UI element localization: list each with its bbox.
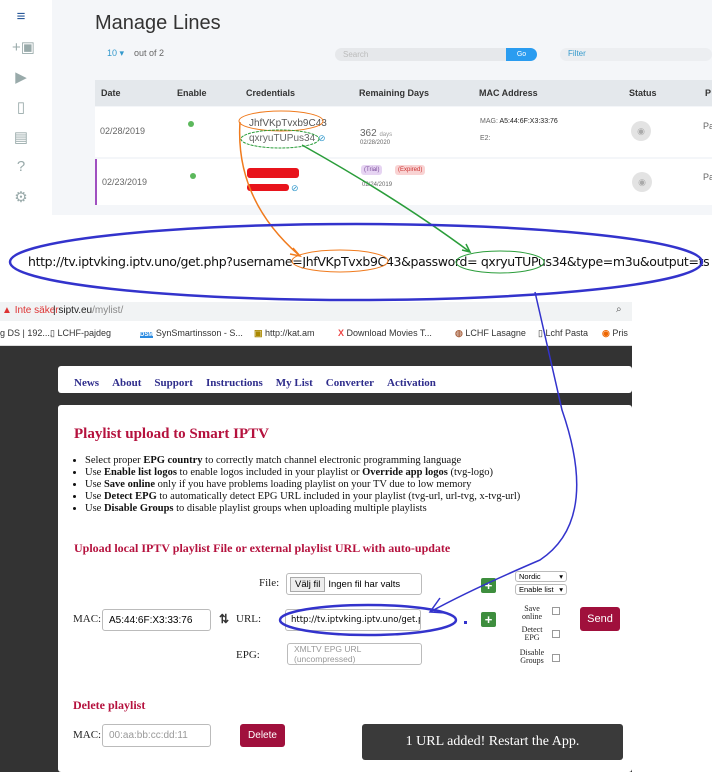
password-url-highlight (455, 250, 545, 274)
blue-arrow (429, 291, 578, 613)
password-highlight (240, 129, 320, 149)
orange-arrow (238, 121, 301, 257)
username-url-highlight (291, 249, 389, 273)
url-field-highlight (278, 603, 458, 637)
annotation-overlay (8, 110, 704, 637)
url-highlight (8, 222, 704, 302)
username-highlight (238, 110, 324, 132)
green-arrow (301, 144, 471, 253)
